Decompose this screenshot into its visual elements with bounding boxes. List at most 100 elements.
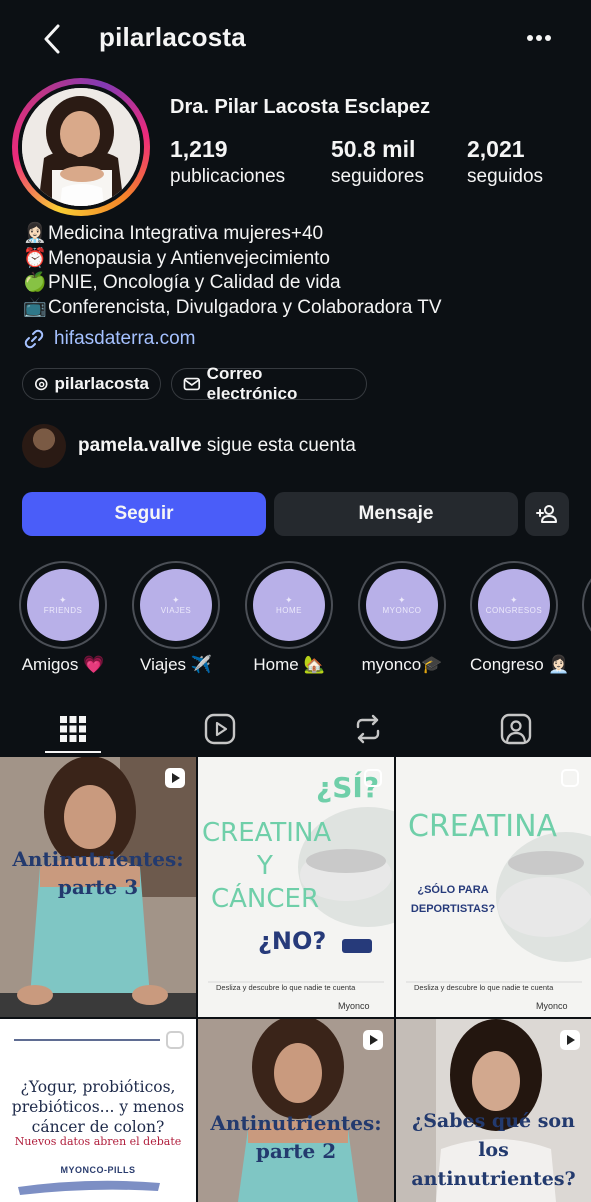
post-antinutrientes-3[interactable]: Antinutrientes: parte 3 bbox=[0, 757, 196, 1017]
post-title: ¿Yogur, probióticos, prebióticos... y me… bbox=[11, 1078, 185, 1136]
highlight-friends[interactable]: ✦ FRIENDS Amigos 💗 bbox=[19, 561, 107, 675]
grid-icon bbox=[60, 716, 86, 742]
post-subtitle: Nuevos datos abren el debate bbox=[14, 1135, 182, 1148]
highlight-cover-text: VIAJES bbox=[160, 606, 192, 615]
bio-line: 📺Conferencista, Divulgadora y Colaborado… bbox=[22, 296, 442, 321]
stat-value: 1,219 bbox=[170, 136, 228, 162]
bio-text: PNIE, Oncología y Calidad de vida bbox=[48, 272, 341, 293]
bio-text: Menopausia y Antienvejecimiento bbox=[48, 247, 331, 269]
tab-posts-grid[interactable] bbox=[43, 706, 103, 752]
post-creatina-cancer[interactable]: ¿SÍ? CREATINA Y CÁNCER ¿NO? Desliza y de… bbox=[198, 757, 394, 1017]
post-footer: Desliza y descubre lo que nadie te cuent… bbox=[414, 983, 554, 992]
stat-following[interactable]: 2,021 seguidos bbox=[467, 136, 543, 188]
post-title: Antinutrientes: parte 2 bbox=[210, 1111, 382, 1163]
post-title: ¿Sabes qué son los antinutrientes? bbox=[411, 1110, 576, 1190]
follow-button[interactable]: Seguir bbox=[22, 492, 266, 536]
post-yogur-probioticos[interactable]: ¿Yogur, probióticos, prebióticos... y me… bbox=[0, 1019, 196, 1202]
reels-icon bbox=[204, 713, 236, 745]
highlight-cover-text: FRIENDS bbox=[43, 606, 83, 615]
followed-by[interactable]: pamela.vallve sigue esta cuenta bbox=[22, 424, 356, 468]
follower-avatar bbox=[22, 424, 66, 468]
highlight-label: Viajes ✈️ bbox=[140, 655, 212, 674]
tagged-person-icon bbox=[500, 713, 532, 745]
bio-text: Conferencista, Divulgadora y Colaborador… bbox=[48, 296, 442, 318]
carousel-icon bbox=[364, 769, 382, 787]
highlight-cover-text: MYONCO bbox=[382, 606, 422, 615]
highlight-cover: ✦ CONGRESOS bbox=[478, 569, 550, 641]
stat-posts[interactable]: 1,219 publicaciones bbox=[170, 136, 285, 188]
post-antinutrientes-2[interactable]: Antinutrientes: parte 2 bbox=[198, 1019, 394, 1202]
highlight-congress[interactable]: ✦ CONGRESOS Congreso 👩🏻‍💼 bbox=[470, 561, 570, 675]
email-chip[interactable]: Correo electrónico bbox=[171, 364, 367, 403]
threads-chip[interactable]: pilarlacosta bbox=[22, 368, 161, 400]
stat-label: seguidores bbox=[331, 166, 424, 187]
link-text: hifasdaterra.com bbox=[54, 328, 196, 349]
highlight-cover-text: CONGRESOS bbox=[485, 606, 543, 615]
carousel-icon bbox=[166, 1031, 184, 1049]
highlight-label: myonco🎓 bbox=[361, 655, 443, 674]
stat-label: seguidos bbox=[467, 166, 544, 187]
threads-icon bbox=[34, 377, 48, 391]
link-icon bbox=[24, 329, 44, 349]
stat-value: 50.8 mil bbox=[331, 136, 416, 162]
alarm-clock-emoji: ⏰ bbox=[23, 247, 47, 269]
tab-reels[interactable] bbox=[190, 706, 250, 752]
tab-tagged[interactable] bbox=[486, 706, 546, 752]
active-tab-indicator bbox=[45, 751, 101, 753]
post-brand: Myonco bbox=[338, 1001, 370, 1011]
follower-username: pamela.vallve bbox=[78, 435, 202, 456]
highlight-cover-text: HOME bbox=[276, 606, 302, 615]
highlight-label: Home 🏡 bbox=[253, 655, 325, 674]
bio-text: Medicina Integrativa mujeres+40 bbox=[48, 223, 324, 244]
stat-value: 2,021 bbox=[467, 136, 525, 162]
television-emoji: 📺 bbox=[23, 296, 47, 318]
avatar-story-ring[interactable] bbox=[12, 78, 150, 216]
followed-by-suffix: sigue esta cuenta bbox=[201, 435, 356, 456]
health-worker-emoji: 👩🏻‍⚕️ bbox=[23, 223, 47, 244]
reel-icon bbox=[165, 768, 185, 788]
top-bar: pilarlacosta bbox=[0, 0, 591, 76]
bio-line: ⏰Menopausia y Antienvejecimiento bbox=[22, 247, 442, 272]
post-question-bottom: ¿NO? bbox=[258, 927, 327, 955]
profile-bio: 👩🏻‍⚕️Medicina Integrativa mujeres+40 ⏰Me… bbox=[22, 222, 442, 321]
more-options-icon[interactable] bbox=[522, 26, 556, 50]
add-person-icon bbox=[536, 505, 557, 523]
repost-icon bbox=[356, 714, 380, 744]
threads-username: pilarlacosta bbox=[54, 374, 150, 393]
highlight-myonco[interactable]: ✦ MYONCO myonco🎓 bbox=[358, 561, 446, 675]
post-que-son-antinutrientes[interactable]: ¿Sabes qué son los antinutrientes? bbox=[396, 1019, 591, 1202]
email-label: Correo electrónico bbox=[206, 364, 298, 403]
highlight-cover: ✦ VIAJES bbox=[140, 569, 212, 641]
profile-website-link[interactable]: hifasdaterra.com bbox=[22, 327, 196, 351]
highlight-label: Congreso 👩🏻‍💼 bbox=[470, 655, 570, 674]
bio-line: 🍏PNIE, Oncología y Calidad de vida bbox=[22, 271, 442, 296]
highlight-partial[interactable] bbox=[582, 561, 591, 649]
stat-followers[interactable]: 50.8 mil seguidores bbox=[331, 136, 424, 188]
post-title: CREATINA bbox=[408, 809, 558, 844]
stat-label: publicaciones bbox=[170, 166, 286, 187]
highlight-cover: ✦ MYONCO bbox=[366, 569, 438, 641]
profile-username: pilarlacosta bbox=[99, 22, 246, 52]
avatar bbox=[22, 88, 140, 206]
post-footer: Desliza y descubre lo que nadie te cuent… bbox=[216, 983, 356, 992]
highlight-label: Amigos 💗 bbox=[21, 655, 105, 674]
highlight-travel[interactable]: ✦ VIAJES Viajes ✈️ bbox=[132, 561, 220, 675]
post-title: Antinutrientes: parte 3 bbox=[12, 847, 184, 899]
message-button[interactable]: Mensaje bbox=[274, 492, 518, 536]
highlight-home[interactable]: ✦ HOME Home 🏡 bbox=[245, 561, 333, 675]
bio-line: 👩🏻‍⚕️Medicina Integrativa mujeres+40 bbox=[22, 222, 442, 247]
post-creatina-deportistas[interactable]: CREATINA ¿SÓLO PARA DEPORTISTAS? Desliza… bbox=[396, 757, 591, 1017]
highlight-cover: ✦ FRIENDS bbox=[27, 569, 99, 641]
reel-icon bbox=[363, 1030, 383, 1050]
highlight-cover: ✦ HOME bbox=[253, 569, 325, 641]
suggested-users-button[interactable] bbox=[525, 492, 569, 536]
green-apple-emoji: 🍏 bbox=[23, 272, 47, 293]
followed-by-text: pamela.vallve sigue esta cuenta bbox=[78, 435, 356, 457]
carousel-icon bbox=[561, 769, 579, 787]
profile-full-name: Dra. Pilar Lacosta Esclapez bbox=[170, 96, 431, 118]
post-subtitle: ¿SÓLO PARA DEPORTISTAS? bbox=[410, 884, 496, 915]
post-title: CREATINA Y CÁNCER bbox=[202, 818, 332, 914]
tab-reposts[interactable] bbox=[338, 706, 398, 752]
back-arrow-icon[interactable] bbox=[38, 22, 68, 56]
mail-icon bbox=[183, 377, 201, 391]
